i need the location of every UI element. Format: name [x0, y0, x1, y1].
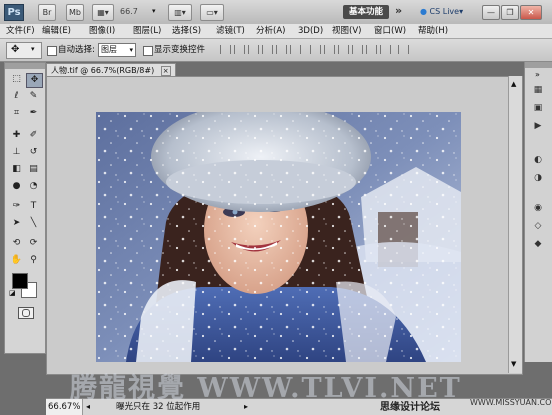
menu-select[interactable]: 选择(S) — [172, 24, 201, 38]
show-transform-checkbox[interactable] — [143, 46, 153, 56]
chevron-down-icon: ▾ — [129, 46, 133, 54]
arrange-documents-button[interactable]: ▥▾ — [168, 4, 192, 21]
marquee-tool-icon[interactable]: ⬚ — [9, 73, 24, 86]
application-bar: Ps Br Mb ▦▾ 66.7 ▾ ▥▾ ▭▾ 基本功能 » ● CS Liv… — [0, 0, 552, 25]
zoom-dropdown-icon[interactable]: ▾ — [152, 7, 156, 15]
distribute-right-icon[interactable] — [380, 45, 391, 54]
menu-layer[interactable]: 图层(L) — [133, 24, 161, 38]
eraser-tool-icon[interactable]: ◧ — [9, 163, 24, 176]
portrait-photo — [96, 112, 461, 362]
screen-mode-button[interactable]: ▭▾ — [200, 4, 224, 21]
foreground-color-swatch[interactable] — [12, 273, 28, 289]
hand-tool-icon[interactable]: ✋ — [9, 254, 24, 267]
lasso-tool-icon[interactable]: ℓ — [9, 90, 24, 103]
missyuan-watermark-url: WWW.MISSYUAN.COM — [470, 398, 552, 407]
menu-analysis[interactable]: 分析(A) — [256, 24, 285, 38]
3d-orbit-tool-icon[interactable]: ⟳ — [26, 237, 41, 250]
menu-file[interactable]: 文件(F) — [6, 24, 35, 38]
menu-image[interactable]: 图像(I) — [89, 24, 115, 38]
distribute-bottom-icon[interactable] — [338, 45, 349, 54]
close-app-button[interactable]: ✕ — [520, 5, 542, 20]
mini-bridge-button[interactable]: Mb — [66, 4, 84, 21]
gradient-tool-icon[interactable]: ▤ — [26, 163, 41, 176]
distribute-top-icon[interactable] — [310, 45, 321, 54]
layers-panel-icon[interactable]: ▦ — [531, 84, 545, 96]
close-document-icon[interactable]: × — [160, 66, 171, 76]
vertical-scrollbar[interactable]: ▲ ▼ — [508, 76, 522, 373]
menu-view[interactable]: 视图(V) — [332, 24, 361, 38]
styles-panel-icon[interactable]: ◆ — [531, 238, 545, 250]
distribute-left-icon[interactable] — [352, 45, 363, 54]
document-tab-title: 人物.tif @ 66.7%(RGB/8#) — [51, 66, 155, 75]
clone-stamp-tool-icon[interactable]: ⊥ — [9, 146, 24, 159]
move-tool-icon[interactable]: ✥ — [26, 73, 43, 88]
pen-tool-icon[interactable]: ✑ — [9, 200, 24, 213]
photoshop-logo: Ps — [4, 4, 24, 21]
default-colors-icon[interactable]: ◪ — [9, 289, 16, 297]
dodge-tool-icon[interactable]: ◔ — [26, 180, 41, 193]
eyedropper-tool-icon[interactable]: ✒ — [26, 107, 41, 120]
path-select-tool-icon[interactable]: ➤ — [9, 217, 24, 230]
scroll-up-icon[interactable]: ▲ — [511, 80, 516, 88]
tools-panel: ⬚ ✥ ℓ ✎ ⌗ ✒ ✚ ✐ ⊥ ↺ ◧ ▤ ● ◔ ✑ T ➤ ╲ ⟲ ⟳ … — [4, 62, 46, 354]
tool-preset-picker[interactable]: ✥ ▾ — [6, 42, 42, 59]
distribute-vcenter-icon[interactable] — [324, 45, 335, 54]
more-workspaces-icon[interactable]: » — [395, 4, 402, 17]
move-tool-icon: ✥ — [11, 44, 20, 55]
missyuan-watermark-cn: 思缘设计论坛 — [380, 402, 440, 413]
scroll-down-icon[interactable]: ▼ — [511, 360, 516, 368]
brush-tool-icon[interactable]: ✐ — [26, 129, 41, 142]
line-tool-icon[interactable]: ╲ — [26, 217, 41, 230]
show-transform-label: 显示变换控件 — [154, 45, 206, 55]
menu-filter[interactable]: 滤镜(T) — [216, 24, 245, 38]
menu-edit[interactable]: 编辑(E) — [42, 24, 71, 38]
auto-select-label: 自动选择: — [58, 45, 95, 55]
3d-rotate-tool-icon[interactable]: ⟲ — [9, 237, 24, 250]
quick-select-tool-icon[interactable]: ✎ — [26, 90, 41, 103]
auto-align-icon[interactable] — [398, 45, 409, 54]
align-right-icon[interactable] — [290, 45, 301, 54]
minimize-button[interactable]: — — [482, 5, 500, 20]
quick-mask-icon[interactable] — [18, 307, 34, 319]
history-brush-tool-icon[interactable]: ↺ — [26, 146, 41, 159]
distribute-hcenter-icon[interactable] — [366, 45, 377, 54]
channels-panel-icon[interactable]: ◉ — [531, 202, 545, 214]
collapse-panels-icon[interactable]: » — [535, 70, 540, 79]
document-tab[interactable]: 人物.tif @ 66.7%(RGB/8#) × — [46, 63, 176, 77]
align-left-icon[interactable] — [262, 45, 273, 54]
adjustments-panel-icon[interactable]: ◐ — [531, 154, 545, 166]
cs-live-icon: ● — [420, 7, 427, 16]
menu-bar: 文件(F) 编辑(E) 图像(I) 图层(L) 选择(S) 滤镜(T) 分析(A… — [0, 24, 552, 39]
history-panel-icon[interactable]: ▣ — [531, 102, 545, 114]
auto-select-checkbox[interactable] — [47, 46, 57, 56]
actions-panel-icon[interactable]: ▶ — [531, 120, 545, 132]
align-vcenter-icon[interactable] — [234, 45, 245, 54]
blur-tool-icon[interactable]: ● — [9, 180, 24, 193]
align-bottom-icon[interactable] — [248, 45, 259, 54]
zoom-tool-icon[interactable]: ⚲ — [26, 254, 41, 267]
panel-dock-grip[interactable] — [525, 62, 552, 68]
paths-panel-icon[interactable]: ◇ — [531, 220, 545, 232]
menu-window[interactable]: 窗口(W) — [374, 24, 406, 38]
panel-dock: » ▦ ▣ ▶ ◐ ◑ ◉ ◇ ◆ — [524, 62, 552, 362]
auto-select-dropdown[interactable]: 图层 ▾ — [98, 43, 136, 57]
auto-select-value: 图层 — [101, 45, 117, 54]
crop-tool-icon[interactable]: ⌗ — [9, 107, 24, 120]
bridge-button[interactable]: Br — [38, 4, 56, 21]
menu-3d[interactable]: 3D(D) — [298, 24, 323, 38]
masks-panel-icon[interactable]: ◑ — [531, 172, 545, 184]
chevron-down-icon: ▾ — [31, 45, 35, 53]
options-bar: ✥ ▾ 自动选择: 图层 ▾ 显示变换控件 — [0, 39, 552, 62]
type-tool-icon[interactable]: T — [26, 200, 41, 213]
align-top-icon[interactable] — [220, 45, 231, 54]
restore-button[interactable]: ❐ — [501, 5, 519, 20]
cs-live-label: CS Live▾ — [429, 7, 464, 16]
healing-brush-tool-icon[interactable]: ✚ — [9, 129, 24, 142]
cs-live-button[interactable]: ● CS Live▾ — [420, 4, 470, 19]
tools-panel-grip[interactable] — [5, 63, 45, 69]
menu-help[interactable]: 帮助(H) — [418, 24, 448, 38]
workspace-button[interactable]: 基本功能 — [343, 5, 389, 19]
align-hcenter-icon[interactable] — [276, 45, 287, 54]
view-extras-button[interactable]: ▦▾ — [92, 4, 114, 21]
